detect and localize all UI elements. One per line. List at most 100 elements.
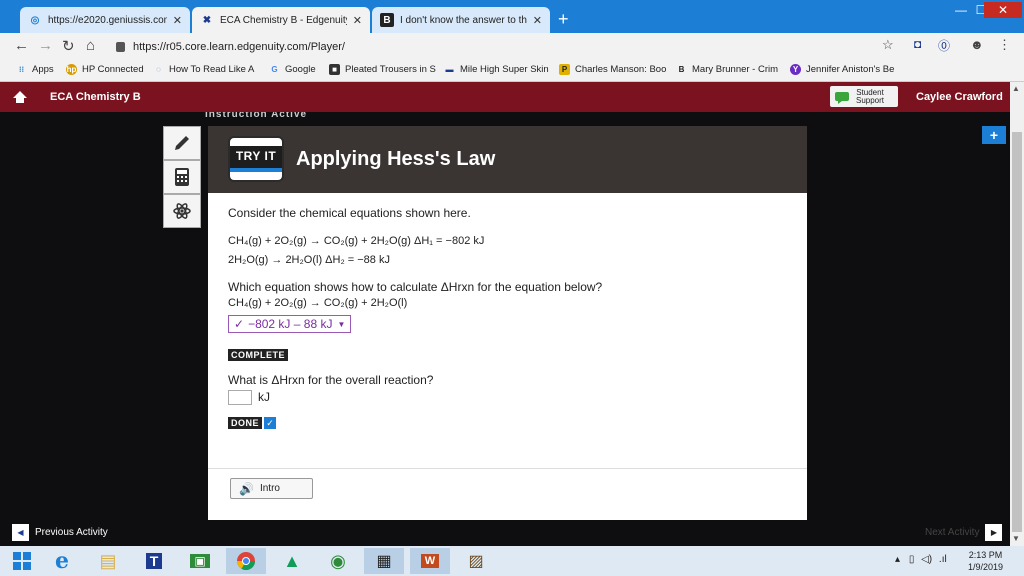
app-header: ECA Chemistry B Student Support Caylee C… (0, 82, 1010, 112)
browser-tab-strip: ◎ https://e2020.geniussis.com/FED ✕ ✖ EC… (0, 0, 1024, 33)
mhss-icon: ▬ (445, 65, 454, 74)
clock-date: 1/9/2019 (968, 562, 1004, 572)
calculator-icon (175, 168, 189, 186)
scroll-thumb[interactable] (1012, 132, 1022, 532)
chevron-right-icon: ▶ (985, 524, 1003, 541)
scroll-up-icon[interactable]: ▲ (1012, 84, 1020, 93)
back-arrow-icon[interactable]: ← (14, 37, 29, 54)
taskbar-clock[interactable]: 2:13 PM 1/9/2019 (968, 549, 1003, 573)
network-icon: ▯ (908, 554, 915, 565)
tab-title: ECA Chemistry B - Edgenuity.com (220, 14, 347, 26)
question-1: Which equation shows how to calculate ΔH… (228, 280, 603, 294)
question-2: What is ΔHrxn for the overall reaction? (228, 373, 434, 387)
periodic-table-tool-button[interactable] (163, 194, 201, 228)
page-scrollbar[interactable]: ▲ ▼ (1010, 82, 1024, 546)
close-tab-icon[interactable]: ✕ (173, 14, 182, 27)
previous-label: Previous Activity (35, 527, 108, 538)
intro-audio-button[interactable]: 🔊 Intro (230, 478, 313, 499)
home-icon[interactable] (12, 90, 28, 104)
complete-badge: COMPLETE (228, 349, 289, 361)
scroll-down-icon[interactable]: ▼ (1012, 534, 1020, 543)
bookmark-label: How To Read Like A (169, 64, 255, 75)
extension-icon[interactable]: ⓪ (938, 37, 950, 54)
user-name[interactable]: Caylee Crawford (916, 91, 1003, 103)
edgenuity-icon: ✖ (202, 14, 212, 26)
bookmark-label: Mary Brunner - Crim (692, 64, 779, 75)
close-window-icon[interactable]: ✕ (984, 2, 1022, 18)
new-tab-icon[interactable]: + (558, 9, 569, 30)
p-icon: P (559, 64, 570, 75)
start-button[interactable] (2, 548, 42, 574)
film-icon: ▦ (376, 553, 392, 570)
answer-dropdown[interactable]: ✓ −802 kJ – 88 kJ ▼ (228, 315, 352, 333)
taskbar-word[interactable]: W (410, 548, 450, 574)
bookmark-item[interactable]: P Charles Manson: Boo (559, 64, 666, 75)
forward-arrow-icon[interactable]: → (38, 37, 53, 54)
system-tray[interactable]: ▴ ▯ ◁) .ıl (895, 554, 947, 565)
taskbar-explorer[interactable]: ▤ (88, 548, 128, 574)
store-icon: ▣ (190, 554, 210, 568)
bookmark-item[interactable]: hp HP Connected (66, 64, 144, 75)
done-button[interactable]: DONE ✓ (228, 417, 277, 430)
browser-tab-active[interactable]: ✖ ECA Chemistry B - Edgenuity.com ✕ (192, 7, 370, 33)
chevron-up-icon: ▴ (895, 554, 901, 565)
answer-input[interactable] (228, 390, 252, 406)
equation-1: CH₄(g) + 2O₂(g) → CO₂(g) + 2H₂O(g) ΔH₁ =… (228, 235, 485, 247)
bookmark-item[interactable]: ◌ How To Read Like A (153, 64, 254, 75)
bookmark-label: Google (285, 64, 316, 75)
extension-icon[interactable]: ◘ (914, 37, 921, 51)
reload-icon[interactable]: ↻ (62, 37, 75, 55)
bookmark-item[interactable]: ■ Pleated Trousers in S (329, 64, 436, 75)
bookmark-item[interactable]: ▬ Mile High Super Skin (444, 64, 549, 75)
close-tab-icon[interactable]: ✕ (533, 14, 542, 27)
taskbar-t-app[interactable]: T (134, 548, 174, 574)
bookmark-label: HP Connected (82, 64, 144, 75)
next-label: Next Activity (925, 527, 980, 538)
bookmark-item[interactable]: B Mary Brunner - Crim (676, 64, 778, 75)
taskbar-video[interactable]: ▦ (364, 548, 404, 574)
taskbar-photos[interactable]: ▨ (456, 548, 496, 574)
taskbar-chrome[interactable] (226, 548, 266, 574)
previous-activity-button[interactable]: ◀ Previous Activity (12, 524, 108, 541)
menu-dots-icon[interactable]: ⋮ (998, 37, 1011, 53)
volume-icon: ◁) (921, 554, 933, 565)
word-icon: W (420, 554, 440, 568)
intro-label: Intro (259, 483, 280, 494)
bookmark-label: Mile High Super Skin (460, 64, 549, 75)
star-icon[interactable]: ☆ (882, 37, 894, 53)
bookmark-item[interactable]: Y Jennifer Aniston's Be (790, 64, 894, 75)
chevron-down-icon: ▼ (337, 319, 346, 329)
bookmark-label: Charles Manson: Boo (575, 64, 667, 75)
unit-label: kJ (258, 390, 270, 404)
profile-icon[interactable]: ☻ (970, 37, 984, 52)
browser-tab[interactable]: B I don't know the answer to this q ✕ (372, 7, 550, 33)
drive-icon: ▲ (283, 550, 301, 571)
loading-icon: ◌ (156, 65, 161, 74)
b-icon: B (678, 65, 685, 74)
close-tab-icon[interactable]: ✕ (353, 14, 362, 27)
next-activity-button[interactable]: Next Activity ▶ (925, 524, 1003, 541)
browser-tab[interactable]: ◎ https://e2020.geniussis.com/FED ✕ (20, 7, 190, 33)
student-support-button[interactable]: Student Support (830, 86, 898, 107)
calculator-tool-button[interactable] (163, 160, 201, 194)
bookmark-item[interactable]: G Google (269, 64, 316, 75)
equation-2: 2H₂O(g) → 2H₂O(l) ΔH₂ = −88 kJ (228, 254, 390, 266)
yahoo-icon: Y (790, 64, 801, 75)
photos-icon: ▨ (468, 553, 484, 570)
pencil-tool-button[interactable] (163, 126, 201, 160)
clipped-tabs-text: Instruction Active (205, 112, 308, 118)
add-button[interactable]: + (982, 126, 1006, 144)
windows-taskbar: e ▤ T ▣ ▲ ◉ ▦ W ▨ ▴ ▯ ◁) .ıl 2:13 PM 1/9… (0, 546, 1024, 576)
taskbar-calendar[interactable]: ◉ (318, 548, 358, 574)
taskbar-ie[interactable]: e (42, 548, 82, 574)
windows-icon (13, 552, 31, 570)
activity-title: Applying Hess's Law (296, 148, 496, 170)
activity-content: Consider the chemical equations shown he… (228, 206, 788, 430)
tab-title: I don't know the answer to this q (400, 14, 527, 26)
clock-time: 2:13 PM (968, 550, 1003, 560)
home-icon[interactable]: ⌂ (86, 37, 95, 54)
url-field[interactable]: https://r05.core.learn.edgenuity.com/Pla… (108, 36, 908, 57)
bookmark-item[interactable]: ⁝⁝ Apps (16, 64, 54, 75)
taskbar-drive[interactable]: ▲ (272, 548, 312, 574)
taskbar-store[interactable]: ▣ (180, 548, 220, 574)
